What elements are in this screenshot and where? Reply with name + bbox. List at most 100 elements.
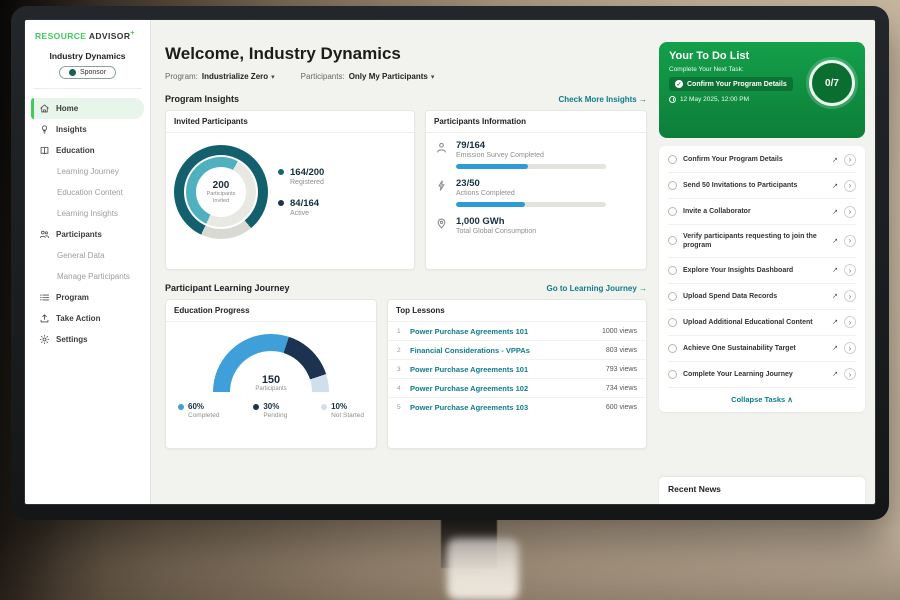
lesson-row[interactable]: 4 Power Purchase Agreements 102 734 view… <box>388 379 646 398</box>
task-row-complete-learning-journey[interactable]: Complete Your Learning Journey ↗ › <box>668 362 856 388</box>
logo-text-resource: RESOURCE <box>35 31 86 41</box>
sponsor-badge[interactable]: Sponsor <box>59 66 116 79</box>
book-icon <box>39 145 50 156</box>
sidebar-item-label: Home <box>56 104 78 113</box>
go-to-learning-journey-link[interactable]: Go to Learning Journey → <box>547 284 647 293</box>
task-row-verify-participants[interactable]: Verify participants requesting to join t… <box>668 225 856 258</box>
legend-dot <box>321 404 327 410</box>
external-link-icon: ↗ <box>832 266 838 274</box>
sidebar-item-manage-participants[interactable]: Manage Participants <box>31 266 144 287</box>
sidebar-item-participants[interactable]: Participants <box>31 224 144 245</box>
lesson-link[interactable]: Power Purchase Agreements 101 <box>410 327 595 336</box>
external-link-icon: ↗ <box>832 208 838 216</box>
invited-participants-title: Invited Participants <box>166 111 414 133</box>
task-row-send-invitations[interactable]: Send 50 Invitations to Participants ↗ › <box>668 173 856 199</box>
gear-icon <box>39 334 50 345</box>
lesson-views: 600 views <box>606 404 637 411</box>
sidebar-item-settings[interactable]: Settings <box>31 329 144 350</box>
learning-journey-title: Participant Learning Journey <box>165 283 290 293</box>
scene-background: RESOURCE ADVISOR+ Industry Dynamics Spon… <box>0 0 900 600</box>
task-checkbox[interactable] <box>668 370 677 379</box>
sidebar-item-education[interactable]: Education <box>31 140 144 161</box>
program-filter[interactable]: Program:Industrialize Zero▾ <box>165 72 275 81</box>
sidebar-item-label: Education <box>56 146 95 155</box>
task-row-explore-insights[interactable]: Explore Your Insights Dashboard ↗ › <box>668 258 856 284</box>
arrow-right-icon: → <box>639 95 647 104</box>
lesson-views: 734 views <box>606 385 637 392</box>
todo-summary-card: Your To Do List Complete Your Next Task:… <box>659 42 865 138</box>
task-checkbox[interactable] <box>668 207 677 216</box>
clock-icon <box>669 96 676 103</box>
sidebar-item-program[interactable]: Program <box>31 287 144 308</box>
sidebar: RESOURCE ADVISOR+ Industry Dynamics Spon… <box>25 20 151 504</box>
participants-filter[interactable]: Participants:Only My Participants▾ <box>301 72 435 81</box>
task-checkbox[interactable] <box>668 266 677 275</box>
collapse-tasks-link[interactable]: Collapse Tasks ∧ <box>668 388 856 411</box>
sidebar-item-education-content[interactable]: Education Content <box>31 182 144 203</box>
task-checkbox[interactable] <box>668 292 677 301</box>
sidebar-item-insights[interactable]: Insights <box>31 119 144 140</box>
task-checkbox[interactable] <box>668 236 677 245</box>
sidebar-item-learning-journey[interactable]: Learning Journey <box>31 161 144 182</box>
legend-completed: 60% Completed <box>178 402 219 419</box>
lesson-link[interactable]: Financial Considerations - VPPAs <box>410 346 599 355</box>
chevron-right-icon[interactable]: › <box>844 316 856 328</box>
sidebar-item-label: Settings <box>56 335 88 344</box>
todo-next-task[interactable]: ✓ Confirm Your Program Details <box>669 77 793 91</box>
dashboard-screen: RESOURCE ADVISOR+ Industry Dynamics Spon… <box>24 19 876 505</box>
sidebar-item-label: Take Action <box>56 314 100 323</box>
lesson-link[interactable]: Power Purchase Agreements 102 <box>410 384 599 393</box>
sidebar-item-home[interactable]: Home <box>31 98 144 119</box>
lesson-row[interactable]: 5 Power Purchase Agreements 103 600 view… <box>388 398 646 416</box>
invited-donut-chart: 200 Participants Invited <box>174 145 268 239</box>
task-checkbox[interactable] <box>668 181 677 190</box>
check-more-insights-link[interactable]: Check More Insights → <box>559 95 647 104</box>
chevron-right-icon[interactable]: › <box>844 154 856 166</box>
legend-active: 84/164 Active <box>278 198 324 217</box>
arrow-right-icon: → <box>639 284 647 293</box>
task-row-confirm-program[interactable]: Confirm Your Program Details ↗ › <box>668 147 856 173</box>
task-row-upload-educational-content[interactable]: Upload Additional Educational Content ↗ … <box>668 310 856 336</box>
lesson-row[interactable]: 2 Financial Considerations - VPPAs 803 v… <box>388 341 646 360</box>
chevron-right-icon[interactable]: › <box>844 368 856 380</box>
lesson-link[interactable]: Power Purchase Agreements 103 <box>410 403 599 412</box>
education-progress-card: Education Progress 150 Participants <box>165 299 377 449</box>
lesson-row[interactable]: 1 Power Purchase Agreements 101 1000 vie… <box>388 322 646 341</box>
task-row-upload-spend-data[interactable]: Upload Spend Data Records ↗ › <box>668 284 856 310</box>
external-link-icon: ↗ <box>832 292 838 300</box>
task-checkbox[interactable] <box>668 344 677 353</box>
home-icon <box>39 103 50 114</box>
top-lessons-title: Top Lessons <box>388 300 646 322</box>
sidebar-item-general-data[interactable]: General Data <box>31 245 144 266</box>
task-row-achieve-target[interactable]: Achieve One Sustainability Target ↗ › <box>668 336 856 362</box>
chevron-right-icon[interactable]: › <box>844 206 856 218</box>
program-insights-title: Program Insights <box>165 94 239 104</box>
top-lessons-card: Top Lessons 1 Power Purchase Agreements … <box>387 299 647 449</box>
sidebar-item-take-action[interactable]: Take Action <box>31 308 144 329</box>
legend-dot <box>178 404 184 410</box>
page-title: Welcome, Industry Dynamics <box>165 44 647 64</box>
chevron-down-icon: ▾ <box>271 74 275 81</box>
lesson-row[interactable]: 3 Power Purchase Agreements 101 793 view… <box>388 360 646 379</box>
list-icon <box>39 292 50 303</box>
chevron-right-icon[interactable]: › <box>844 180 856 192</box>
sidebar-item-label: Participants <box>56 230 102 239</box>
chevron-right-icon[interactable]: › <box>844 290 856 302</box>
chevron-right-icon[interactable]: › <box>844 235 856 247</box>
legend-registered: 164/200 Registered <box>278 167 324 186</box>
external-link-icon: ↗ <box>832 318 838 326</box>
emission-progress-bar <box>456 164 606 169</box>
logo-plus: + <box>130 30 135 37</box>
chevron-right-icon[interactable]: › <box>844 264 856 276</box>
main-content: Welcome, Industry Dynamics Program:Indus… <box>151 20 657 504</box>
task-row-invite-collaborator[interactable]: Invite a Collaborator ↗ › <box>668 199 856 225</box>
upload-arrow-icon <box>39 313 50 324</box>
task-checkbox[interactable] <box>668 155 677 164</box>
lightbulb-icon <box>39 124 50 135</box>
chevron-right-icon[interactable]: › <box>844 342 856 354</box>
lesson-link[interactable]: Power Purchase Agreements 101 <box>410 365 599 374</box>
task-checkbox[interactable] <box>668 318 677 327</box>
sidebar-item-learning-insights[interactable]: Learning Insights <box>31 203 144 224</box>
actions-progress-bar <box>456 202 606 207</box>
logo-text-advisor: ADVISOR <box>89 31 131 41</box>
